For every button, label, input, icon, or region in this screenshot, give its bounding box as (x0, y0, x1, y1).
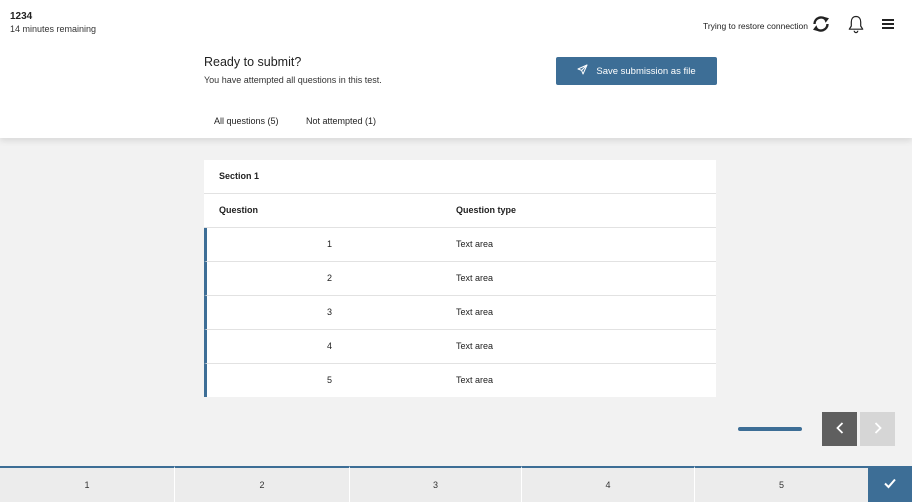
table-row[interactable]: 1 Text area (204, 228, 716, 262)
question-number: 5 (326, 375, 332, 385)
review-submit-button[interactable] (868, 466, 912, 502)
top-bar: 1234 14 minutes remaining Trying to rest… (0, 0, 912, 138)
ready-title: Ready to submit? (204, 55, 302, 69)
connection-status: Trying to restore connection (702, 21, 808, 31)
bottom-nav-item[interactable]: 2 (175, 466, 350, 502)
question-number: 2 (326, 273, 332, 283)
bottom-nav-item[interactable]: 5 (695, 466, 868, 502)
question-type: Text area (456, 273, 494, 283)
section-title: Section 1 (219, 171, 260, 181)
save-submission-button[interactable]: Save submission as file (556, 57, 717, 85)
question-number: 4 (326, 341, 332, 351)
ready-subtitle: You have attempted all questions in this… (204, 75, 382, 85)
chevron-left-icon (834, 421, 846, 438)
table-row[interactable]: 3 Text area (204, 296, 716, 330)
table-row[interactable]: 4 Text area (204, 330, 716, 364)
column-header-question: Question (219, 205, 259, 215)
check-icon (883, 477, 897, 492)
column-header-question-type: Question type (456, 205, 517, 215)
question-table: Section 1 Question Question type 1 Text … (204, 160, 716, 397)
chevron-right-icon (872, 421, 884, 438)
bottom-navigation: 1 2 3 4 5 (0, 466, 912, 502)
tab-all-questions[interactable]: All questions (5) (214, 116, 279, 126)
sync-icon[interactable] (810, 13, 832, 35)
bottom-nav-item[interactable]: 3 (350, 466, 522, 502)
table-row[interactable]: 5 Text area (204, 364, 716, 397)
time-remaining: 14 minutes remaining (10, 24, 97, 34)
send-icon (577, 64, 588, 78)
tab-not-attempted[interactable]: Not attempted (1) (306, 116, 376, 126)
question-type: Text area (456, 375, 494, 385)
previous-button[interactable] (822, 412, 857, 446)
bell-icon[interactable] (845, 13, 867, 35)
menu-icon[interactable] (877, 13, 899, 35)
table-row[interactable]: 2 Text area (204, 262, 716, 296)
candidate-id: 1234 (10, 11, 33, 22)
question-type: Text area (456, 239, 494, 249)
bottom-nav-item[interactable]: 1 (0, 466, 175, 502)
question-type: Text area (456, 307, 494, 317)
bottom-nav-item[interactable]: 4 (522, 466, 695, 502)
progress-indicator (738, 427, 802, 431)
section-header: Section 1 (204, 160, 716, 194)
question-number: 3 (326, 307, 332, 317)
next-button[interactable] (860, 412, 895, 446)
question-number: 1 (326, 239, 332, 249)
save-button-label: Save submission as file (596, 65, 696, 77)
question-type: Text area (456, 341, 494, 351)
column-header-row: Question Question type (204, 194, 716, 228)
